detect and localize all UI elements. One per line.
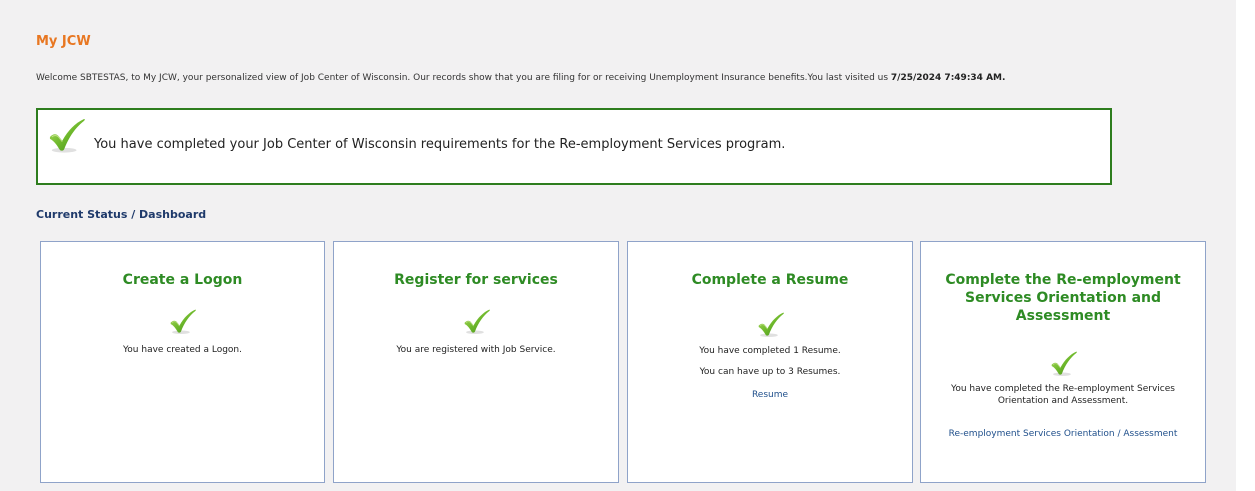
checkmark-icon — [1050, 351, 1078, 377]
page-title: My JCW — [36, 34, 91, 49]
card-orientation-assessment: Complete the Re-employment Services Orie… — [920, 241, 1206, 483]
card-create-logon: Create a Logon You have created a Logon. — [40, 241, 325, 483]
card-status-text: You have created a Logon. — [123, 345, 242, 355]
resume-link[interactable]: Resume — [628, 390, 912, 400]
card-title: Complete a Resume — [691, 272, 849, 288]
completion-banner: You have completed your Job Center of Wi… — [36, 108, 1112, 185]
orientation-assessment-link[interactable]: Re-employment Services Orientation / Ass… — [921, 429, 1205, 439]
checkmark-icon — [757, 312, 785, 338]
card-title: Complete the Re-employment Services Orie… — [945, 272, 1181, 324]
completion-message: You have completed your Job Center of Wi… — [94, 137, 786, 152]
checkmark-icon — [169, 309, 197, 335]
page: My JCW Welcome SBTESTAS, to My JCW, your… — [0, 0, 1236, 491]
card-status-text: You have completed 1 Resume. — [699, 346, 841, 356]
checkmark-icon — [463, 309, 491, 335]
dashboard-section-title: Current Status / Dashboard — [36, 208, 207, 221]
welcome-text: Welcome SBTESTAS, to My JCW, your person… — [36, 73, 891, 83]
checkmark-icon — [48, 118, 86, 154]
card-status-text: You are registered with Job Service. — [396, 345, 556, 355]
card-status-text: You have completed the Re-employment Ser… — [951, 384, 1175, 406]
card-complete-resume: Complete a Resume You have completed 1 R… — [627, 241, 913, 483]
welcome-message: Welcome SBTESTAS, to My JCW, your person… — [36, 73, 1005, 83]
last-visit-timestamp: 7/25/2024 7:49:34 AM. — [890, 73, 1006, 83]
card-status-text-secondary: You can have up to 3 Resumes. — [699, 367, 841, 377]
card-title: Register for services — [394, 272, 558, 288]
card-title: Create a Logon — [122, 272, 243, 288]
card-register-services: Register for services You are registered… — [333, 241, 619, 483]
